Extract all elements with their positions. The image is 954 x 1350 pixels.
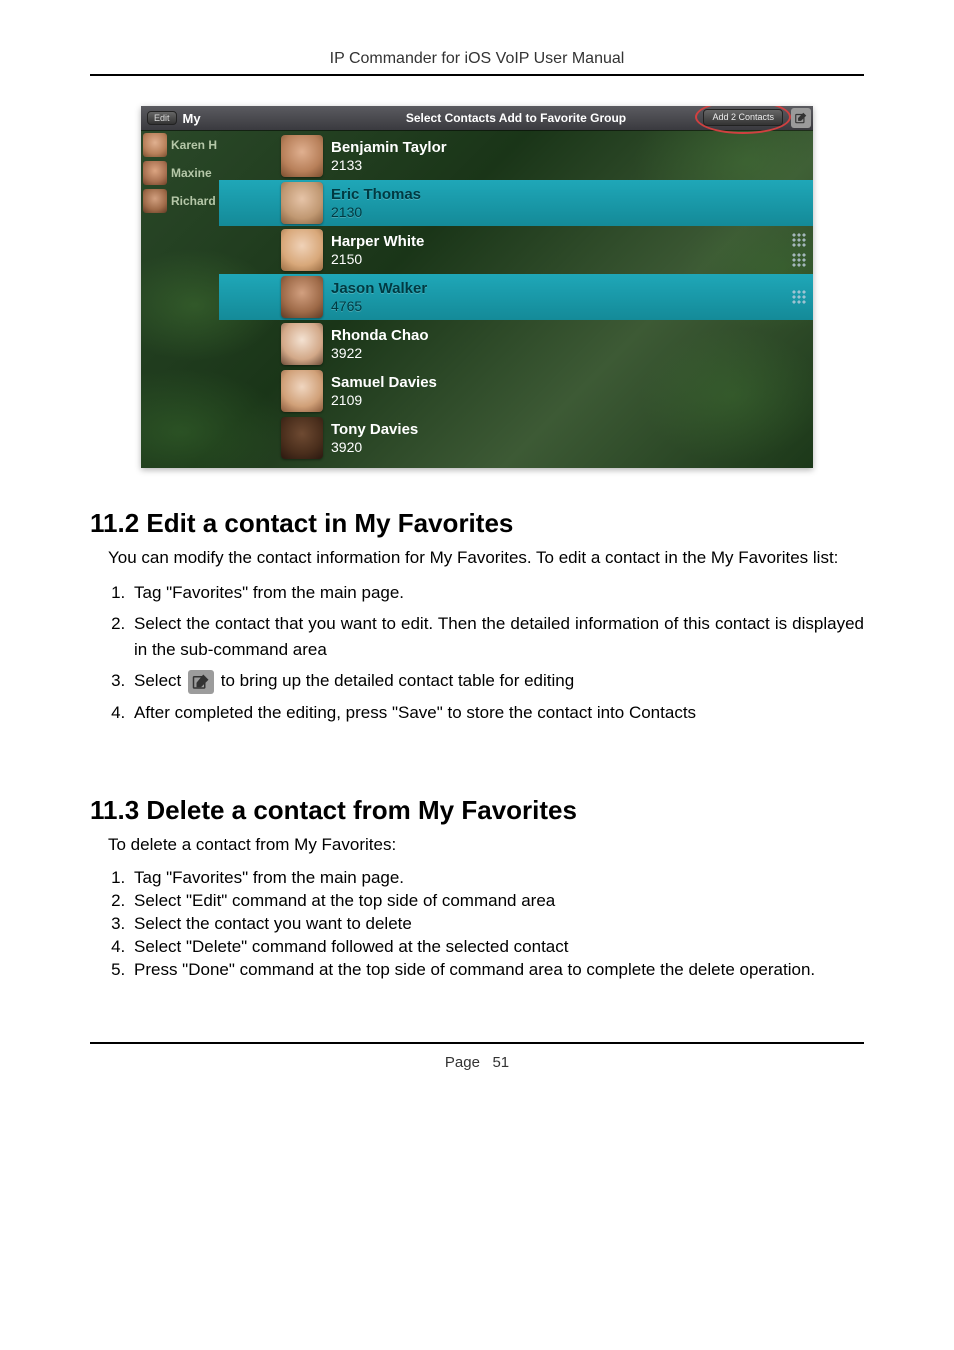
contact-row[interactable]: Benjamin Taylor 2133: [219, 133, 813, 179]
contact-row[interactable]: Rhonda Chao 3922: [219, 321, 813, 367]
contact-row-selected[interactable]: Jason Walker 4765: [219, 274, 813, 320]
keypad-icon[interactable]: [791, 232, 809, 248]
page-number: Page 51: [90, 1054, 864, 1071]
sidebar-title: My: [183, 111, 201, 126]
contact-name: Eric Thomas: [331, 186, 421, 203]
footer-rule: [90, 1042, 864, 1044]
contact-name: Samuel Davies: [331, 374, 437, 391]
document-header: IP Commander for iOS VoIP User Manual: [90, 50, 864, 68]
avatar-icon: [143, 189, 167, 213]
contact-row[interactable]: Harper White 2150: [219, 227, 813, 273]
avatar-icon: [281, 370, 323, 412]
section-intro: You can modify the contact information f…: [108, 547, 864, 570]
contact-number: 2150: [331, 251, 424, 267]
keypad-icon[interactable]: [791, 289, 809, 305]
avatar-icon: [143, 161, 167, 185]
sidebar-item-label: Maxine: [171, 166, 212, 180]
sidebar-item-label: Richard: [171, 194, 216, 208]
contact-row[interactable]: Samuel Davies 2109: [219, 368, 813, 414]
step-item: Select "Edit" command at the top side of…: [130, 890, 864, 913]
avatar-icon: [281, 229, 323, 271]
contact-number: 3922: [331, 345, 429, 361]
sidebar-item[interactable]: Richard: [141, 188, 219, 214]
contact-number: 2133: [331, 157, 447, 173]
keypad-icons-group: [791, 232, 809, 268]
keypad-icon[interactable]: [791, 252, 809, 268]
contact-name: Harper White: [331, 233, 424, 250]
contact-name: Tony Davies: [331, 421, 418, 438]
avatar-icon: [281, 417, 323, 459]
avatar-icon: [281, 135, 323, 177]
contact-row-selected[interactable]: Eric Thomas 2130: [219, 180, 813, 226]
section-intro: To delete a contact from My Favorites:: [108, 834, 864, 857]
step-item: After completed the editing, press "Save…: [130, 700, 864, 726]
steps-list-11-2: Tag "Favorites" from the main page. Sele…: [108, 580, 864, 726]
steps-list-11-3: Tag "Favorites" from the main page. Sele…: [108, 867, 864, 982]
edit-button[interactable]: Edit: [147, 111, 177, 125]
app-screenshot: Edit My Karen H Maxine Richard Select Co…: [141, 106, 813, 468]
contact-name: Jason Walker: [331, 280, 427, 297]
step-item: Press "Done" command at the top side of …: [130, 959, 864, 982]
contact-name: Rhonda Chao: [331, 327, 429, 344]
add-contacts-button[interactable]: Add 2 Contacts: [703, 109, 783, 126]
contact-row[interactable]: Tony Davies 3920: [219, 415, 813, 461]
panel-header: Select Contacts Add to Favorite Group Ad…: [219, 106, 813, 130]
section-heading-11-3: 11.3 Delete a contact from My Favorites: [90, 795, 864, 826]
step-item: Tag "Favorites" from the main page.: [130, 867, 864, 890]
compose-icon: [188, 670, 214, 694]
select-contacts-panel: Select Contacts Add to Favorite Group Ad…: [219, 106, 813, 468]
contact-list: Benjamin Taylor 2133 Eric Thomas 2130 Ha…: [219, 130, 813, 461]
section-heading-11-2: 11.2 Edit a contact in My Favorites: [90, 508, 864, 539]
keypad-icons-group: [791, 289, 809, 305]
step-item: Select "Delete" command followed at the …: [130, 936, 864, 959]
step-item: Select the contact that you want to edit…: [130, 611, 864, 662]
step-item: Tag "Favorites" from the main page.: [130, 580, 864, 606]
step-item: Select to bring up the detailed contact …: [130, 668, 864, 694]
contact-number: 2109: [331, 392, 437, 408]
sidebar-item-label: Karen H: [171, 138, 217, 152]
contact-number: 4765: [331, 298, 427, 314]
contact-number: 3920: [331, 439, 418, 455]
sidebar-item[interactable]: Maxine: [141, 160, 219, 186]
avatar-icon: [281, 323, 323, 365]
step-item: Select the contact you want to delete: [130, 913, 864, 936]
sidebar-item[interactable]: Karen H: [141, 132, 219, 158]
sidebar-header: Edit My: [141, 106, 219, 130]
favorites-sidebar: Edit My Karen H Maxine Richard: [141, 106, 219, 468]
avatar-icon: [281, 276, 323, 318]
avatar-icon: [143, 133, 167, 157]
contact-name: Benjamin Taylor: [331, 139, 447, 156]
avatar-icon: [281, 182, 323, 224]
step-text: Select: [134, 671, 186, 690]
step-text: to bring up the detailed contact table f…: [221, 671, 574, 690]
contact-number: 2130: [331, 204, 421, 220]
panel-title: Select Contacts Add to Favorite Group: [406, 111, 626, 125]
header-rule: [90, 74, 864, 76]
compose-icon[interactable]: [791, 108, 811, 128]
